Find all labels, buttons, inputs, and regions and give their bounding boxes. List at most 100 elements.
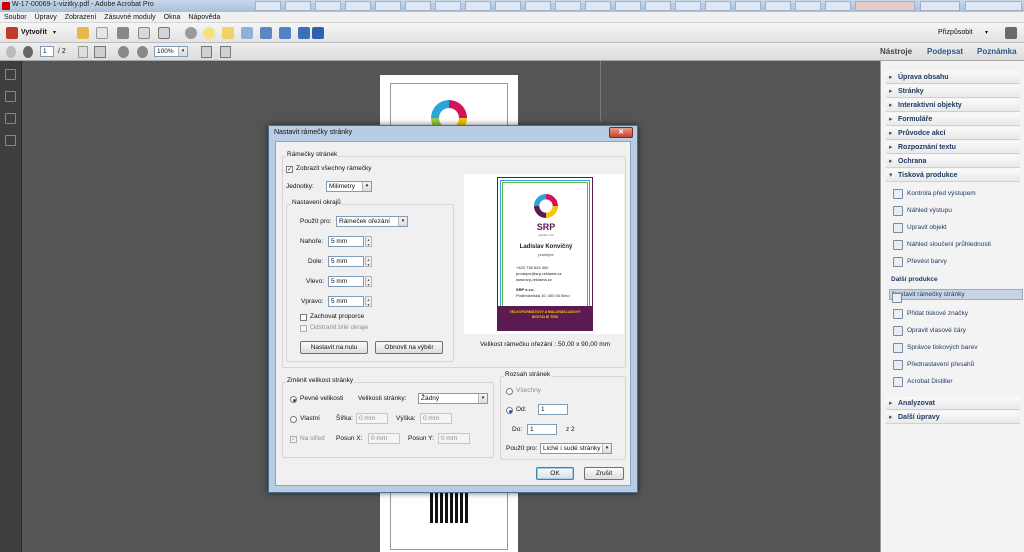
prev-page-icon[interactable] xyxy=(6,46,16,58)
taskbar-thumb[interactable] xyxy=(965,1,1022,11)
section-action-wizard[interactable]: ▸ Průvodce akcí xyxy=(886,127,1020,140)
taskbar-thumb[interactable] xyxy=(765,1,791,11)
tool-ink-manager[interactable]: Správce tiskových barev xyxy=(891,340,1021,355)
tool-edit-object[interactable]: Upravit objekt xyxy=(891,220,1021,235)
keep-ratio-checkbox[interactable] xyxy=(300,314,307,321)
email-icon[interactable] xyxy=(158,27,170,39)
comment-icon[interactable] xyxy=(203,27,215,39)
taskbar-thumb[interactable] xyxy=(920,1,960,11)
chevron-down-icon[interactable]: ▾ xyxy=(985,29,988,36)
fixed-sizes-radio[interactable] xyxy=(290,396,297,403)
taskbar-thumb[interactable] xyxy=(735,1,761,11)
menu-edit[interactable]: Úpravy xyxy=(31,12,61,23)
edit-icon[interactable] xyxy=(138,27,150,39)
taskbar-thumb[interactable] xyxy=(495,1,521,11)
save-icon[interactable] xyxy=(96,27,108,39)
taskbar-thumb[interactable] xyxy=(525,1,551,11)
tool-acrobat-distiller[interactable]: Acrobat Distiller xyxy=(891,374,1021,389)
upload-icon[interactable] xyxy=(260,27,272,39)
hand-tool-icon[interactable] xyxy=(94,46,106,58)
menu-help[interactable]: Nápověda xyxy=(184,12,224,23)
taskbar-thumb[interactable] xyxy=(795,1,821,11)
page-sizes-select[interactable]: Žádný ▾ xyxy=(418,393,488,404)
offset-y-input[interactable]: 0 mm xyxy=(438,433,470,444)
share-icon[interactable] xyxy=(241,27,253,39)
menu-file[interactable]: Soubor xyxy=(0,12,31,23)
left-margin-input[interactable]: 5 mm xyxy=(328,276,364,287)
taskbar-thumb[interactable] xyxy=(825,1,851,11)
ok-button[interactable]: OK xyxy=(536,467,574,480)
taskbar-thumb[interactable] xyxy=(315,1,341,11)
taskbar-thumb[interactable] xyxy=(615,1,641,11)
tool-convert-colors[interactable]: Převést barvy xyxy=(891,254,1021,269)
tab-tools[interactable]: Nástroje xyxy=(880,47,912,56)
bottom-margin-spinner[interactable]: ▴ ▾ xyxy=(365,256,372,267)
height-input[interactable]: 0 mm xyxy=(420,413,452,424)
units-select[interactable]: Milimetry ▾ xyxy=(326,181,372,192)
remove-white-checkbox[interactable] xyxy=(300,325,307,332)
sign-icon[interactable] xyxy=(312,27,324,39)
tab-comment[interactable]: Poznámka xyxy=(977,47,1017,56)
bookmark-icon[interactable] xyxy=(5,91,16,102)
section-print-production[interactable]: ▾ Tisková produkce xyxy=(886,169,1020,182)
right-margin-spinner[interactable]: ▴ ▾ xyxy=(365,296,372,307)
menu-plugins[interactable]: Zásuvné moduly xyxy=(100,12,159,23)
fit-page-icon[interactable] xyxy=(201,46,212,58)
taskbar-thumb[interactable] xyxy=(405,1,431,11)
custom-size-radio[interactable] xyxy=(290,416,297,423)
center-checkbox[interactable]: ✓ xyxy=(290,436,297,443)
tool-output-preview[interactable]: Náhled výstupu xyxy=(891,203,1021,218)
customize-button[interactable]: Přizpůsobit xyxy=(938,29,973,36)
open-folder-icon[interactable] xyxy=(77,27,89,39)
taskbar-thumb[interactable] xyxy=(585,1,611,11)
taskbar-thumb[interactable] xyxy=(255,1,281,11)
section-protection[interactable]: ▸ Ochrana xyxy=(886,155,1020,168)
taskbar-thumb[interactable] xyxy=(555,1,581,11)
fit-width-icon[interactable] xyxy=(220,46,231,58)
tool-add-printer-marks[interactable]: Přidat tiskové značky xyxy=(891,306,1021,321)
apply-to-select[interactable]: Rámeček ořezání ▾ xyxy=(336,216,408,227)
zoom-in-icon[interactable] xyxy=(137,46,148,58)
right-margin-input[interactable]: 5 mm xyxy=(328,296,364,307)
select-cursor-icon[interactable] xyxy=(78,46,88,58)
taskbar-thumb[interactable] xyxy=(345,1,371,11)
restore-selection-button[interactable]: Obnovit na výběr xyxy=(375,341,443,354)
tool-trap-presets[interactable]: Přednastavení přesahů xyxy=(891,357,1021,372)
section-analyze[interactable]: ▸ Analyzovat xyxy=(886,397,1020,410)
close-icon[interactable]: ✕ xyxy=(609,127,633,138)
export-icon[interactable] xyxy=(298,27,310,39)
from-radio[interactable] xyxy=(506,407,513,414)
chevron-down-icon[interactable]: ▾ xyxy=(53,29,56,36)
top-margin-spinner[interactable]: ▴ ▾ xyxy=(365,236,372,247)
top-margin-input[interactable]: 5 mm xyxy=(328,236,364,247)
section-forms[interactable]: ▸ Formuláře xyxy=(886,113,1020,126)
tab-sign[interactable]: Podepsat xyxy=(927,47,963,56)
menu-view[interactable]: Zobrazení xyxy=(61,12,101,23)
cancel-button[interactable]: Zrušit xyxy=(584,467,624,480)
range-apply-select[interactable]: Liché i sudé stránky ▾ xyxy=(540,443,612,454)
zoom-out-icon[interactable] xyxy=(118,46,129,58)
section-content-editing[interactable]: ▸ Úprava obsahu xyxy=(886,71,1020,84)
all-pages-radio[interactable] xyxy=(506,388,513,395)
create-button[interactable]: Vytvořit xyxy=(21,29,47,36)
gear-icon[interactable] xyxy=(185,27,197,39)
taskbar-thumb-active[interactable] xyxy=(855,1,915,11)
zoom-select[interactable]: 100% ▾ xyxy=(154,46,188,57)
forms-icon[interactable] xyxy=(279,27,291,39)
expand-icon[interactable] xyxy=(1005,27,1017,39)
bottom-margin-input[interactable]: 5 mm xyxy=(328,256,364,267)
attachment-icon[interactable] xyxy=(5,113,16,124)
taskbar-thumb[interactable] xyxy=(285,1,311,11)
page-number-input[interactable]: 1 xyxy=(40,46,54,57)
tool-set-page-boxes[interactable]: Nastavit rámečky stránky xyxy=(889,289,1023,303)
next-page-icon[interactable] xyxy=(23,46,33,58)
show-all-boxes-checkbox[interactable]: ✓ xyxy=(286,166,293,173)
tool-preflight[interactable]: Kontrola před výstupem xyxy=(891,186,1021,201)
menu-window[interactable]: Okna xyxy=(160,12,185,23)
from-input[interactable]: 1 xyxy=(538,404,568,415)
taskbar-thumb[interactable] xyxy=(675,1,701,11)
section-pages[interactable]: ▸ Stránky xyxy=(886,85,1020,98)
tool-flattener-preview[interactable]: Náhled sloučení průhlednosti xyxy=(891,237,1021,252)
taskbar-thumb[interactable] xyxy=(375,1,401,11)
page-thumbnails-icon[interactable] xyxy=(5,69,16,80)
